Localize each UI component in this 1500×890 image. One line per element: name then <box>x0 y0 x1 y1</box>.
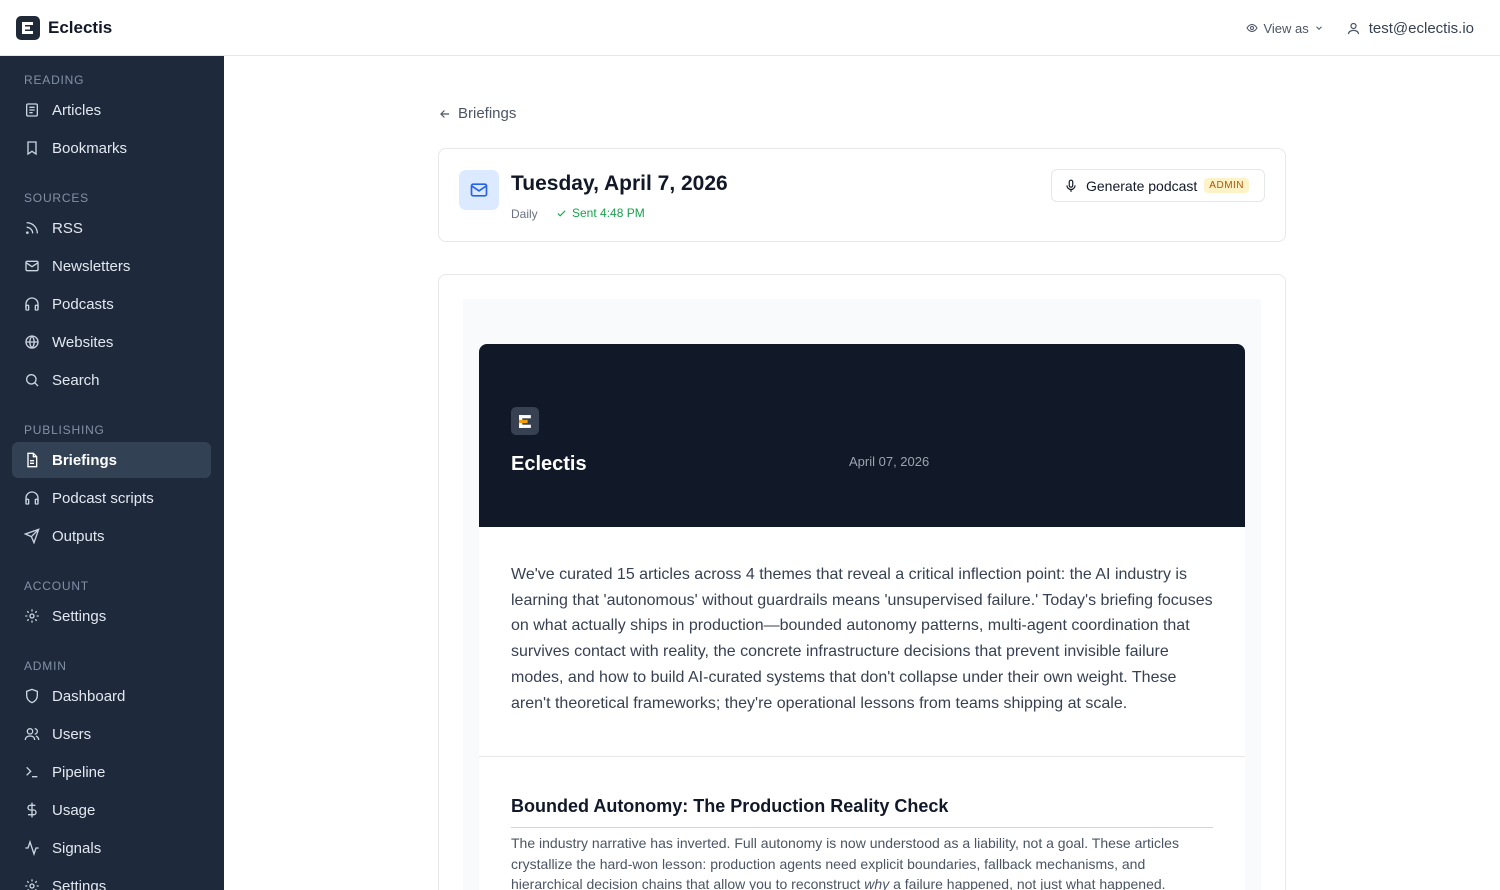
app-name: Eclectis <box>48 17 113 37</box>
sidebar-item-label: Users <box>52 725 92 743</box>
divider <box>479 756 1245 757</box>
sidebar-item-outputs[interactable]: Outputs <box>12 518 211 554</box>
page-title: Tuesday, April 7, 2026 <box>511 172 728 195</box>
admin-badge: ADMIN <box>1204 178 1250 193</box>
chevron-down-icon <box>1314 23 1324 33</box>
frequency-label: Daily <box>511 207 538 221</box>
sidebar-item-label: Newsletters <box>52 257 131 275</box>
sidebar-item-podcasts[interactable]: Podcasts <box>12 286 211 322</box>
sidebar-item-signals[interactable]: Signals <box>12 830 211 866</box>
search-icon <box>24 372 40 388</box>
back-to-briefings-link[interactable]: Briefings <box>438 105 516 122</box>
arrow-left-icon <box>438 107 452 121</box>
view-as-label: View as <box>1263 20 1309 36</box>
shield-icon <box>24 688 40 704</box>
eye-icon <box>1246 22 1259 34</box>
sidebar-item-dashboard[interactable]: Dashboard <box>12 678 211 714</box>
sidebar-item-websites[interactable]: Websites <box>12 324 211 360</box>
sidebar-item-label: Podcast scripts <box>52 489 154 507</box>
sidebar-item-label: Search <box>52 371 100 389</box>
sidebar-item-newsletters[interactable]: Newsletters <box>12 248 211 284</box>
status-text: Sent 4:48 PM <box>572 206 645 220</box>
briefing-preview-card: Eclectis April 07, 2026 We've curated 15… <box>438 274 1286 890</box>
sidebar-item-rss[interactable]: RSS <box>12 210 211 246</box>
send-icon <box>24 528 40 544</box>
user-email: test@eclectis.io <box>1368 19 1474 37</box>
rss-icon <box>24 220 40 236</box>
email-preview: Eclectis April 07, 2026 We've curated 15… <box>463 299 1261 890</box>
theme-heading: Bounded Autonomy: The Production Reality… <box>511 796 949 816</box>
sidebar-item-label: Bookmarks <box>52 139 128 157</box>
articles-icon <box>24 102 40 118</box>
sidebar-item-admin-settings[interactable]: Settings <box>12 868 211 890</box>
section-title-sources: SOURCES <box>24 191 89 205</box>
globe-icon <box>24 334 40 350</box>
brand[interactable]: Eclectis <box>16 15 113 40</box>
sidebar-item-label: Settings <box>52 877 107 890</box>
sidebar-item-briefings[interactable]: Briefings <box>12 442 211 478</box>
user-icon <box>1346 21 1361 36</box>
section-title-admin: ADMIN <box>24 659 67 673</box>
status-badge: Sent 4:48 PM <box>556 206 645 220</box>
sidebar-item-articles[interactable]: Articles <box>12 92 211 128</box>
sidebar-item-settings[interactable]: Settings <box>12 598 211 634</box>
email-body: We've curated 15 articles across 4 theme… <box>479 527 1245 890</box>
theme-summary-emphasis: why <box>864 876 890 890</box>
eclectis-logo-icon <box>16 15 40 40</box>
check-icon <box>556 208 567 219</box>
sidebar-item-label: Dashboard <box>52 687 126 705</box>
email-header: Eclectis April 07, 2026 <box>479 344 1245 527</box>
sidebar-item-label: Signals <box>52 839 102 857</box>
gear-icon <box>24 878 40 890</box>
sidebar-item-label: Settings <box>52 607 107 625</box>
generate-podcast-button[interactable]: Generate podcast ADMIN <box>1051 169 1265 202</box>
user-menu[interactable]: test@eclectis.io <box>1346 20 1474 37</box>
sidebar-item-label: Outputs <box>52 527 105 545</box>
briefing-header-card: Tuesday, April 7, 2026 Daily Sent 4:48 P… <box>438 148 1286 242</box>
theme-summary-text-end: a failure happened, not just what happen… <box>889 876 1166 890</box>
sidebar-item-search[interactable]: Search <box>12 362 211 398</box>
sidebar-item-label: Articles <box>52 101 102 119</box>
briefing-intro: We've curated 15 articles across 4 theme… <box>511 566 1213 712</box>
sidebar: READING Articles Bookmarks SOURCES RSS N… <box>0 56 224 890</box>
sidebar-item-label: Briefings <box>52 451 118 469</box>
dollar-icon <box>24 802 40 818</box>
section-title-account: ACCOUNT <box>24 579 89 593</box>
sidebar-item-bookmarks[interactable]: Bookmarks <box>12 130 211 166</box>
sidebar-item-pipeline[interactable]: Pipeline <box>12 754 211 790</box>
sidebar-item-label: Pipeline <box>52 763 106 781</box>
mail-icon <box>459 170 499 210</box>
sidebar-item-usage[interactable]: Usage <box>12 792 211 828</box>
view-as-dropdown[interactable]: View as <box>1246 21 1323 36</box>
back-link-label: Briefings <box>458 105 517 122</box>
section-title-publishing: PUBLISHING <box>24 423 105 437</box>
sidebar-item-podcast-scripts[interactable]: Podcast scripts <box>12 480 211 516</box>
users-icon <box>24 726 40 742</box>
top-bar: Eclectis View as test@eclectis.io <box>0 0 1500 56</box>
activity-icon <box>24 840 40 856</box>
document-icon <box>24 452 40 468</box>
podcast-button-label: Generate podcast <box>1086 177 1198 194</box>
sidebar-item-label: Podcasts <box>52 295 114 313</box>
headphones-icon <box>24 490 40 506</box>
terminal-icon <box>24 764 40 780</box>
sidebar-item-label: Usage <box>52 801 96 819</box>
eclectis-logo-icon <box>511 407 539 435</box>
sidebar-item-label: Websites <box>52 333 114 351</box>
email-brand-name: Eclectis <box>511 453 587 475</box>
microphone-icon <box>1064 179 1078 193</box>
sidebar-item-label: RSS <box>52 219 83 237</box>
divider <box>511 827 1213 828</box>
gear-icon <box>24 608 40 624</box>
email-date: April 07, 2026 <box>849 454 930 469</box>
theme-summary: The industry narrative has inverted. Ful… <box>511 833 1215 890</box>
sidebar-item-users[interactable]: Users <box>12 716 211 752</box>
section-title-reading: READING <box>24 73 85 87</box>
bookmark-icon <box>24 140 40 156</box>
headphones-icon <box>24 296 40 312</box>
mail-icon <box>24 258 40 274</box>
